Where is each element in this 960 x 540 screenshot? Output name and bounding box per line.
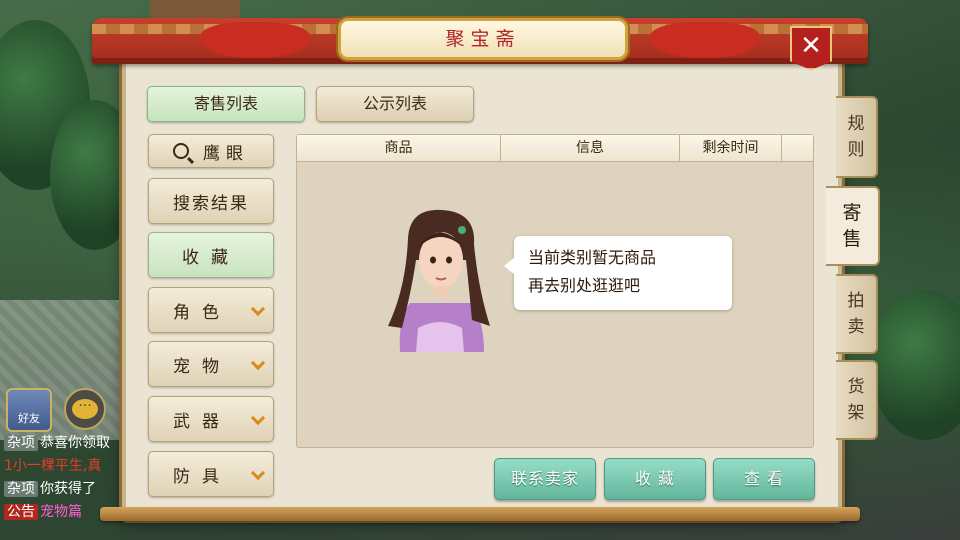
tree (870, 290, 960, 440)
red-ribbon-right (650, 22, 760, 58)
sidebar-item-weapon[interactable]: 武器 (148, 396, 274, 442)
hawkeye-label: 鹰眼 (203, 143, 249, 164)
column-header-spacer (782, 135, 813, 161)
hawkeye-search-button[interactable]: 鹰眼 (148, 134, 274, 168)
chat-text: 你获得了 (40, 481, 96, 497)
chat-text: 宠物篇 (40, 504, 82, 520)
column-header-item[interactable]: 商品 (297, 135, 501, 161)
chat-text: 恭喜你领取 (40, 435, 110, 451)
sidebar-item-label: 搜索结果 (173, 193, 249, 214)
chat-channel-tag: 杂项 (4, 435, 38, 451)
tab-rules[interactable]: 规 则 (836, 96, 878, 178)
chat-channel-tag: 公告 (4, 504, 38, 520)
empty-message-line1: 当前类别暂无商品 (528, 248, 657, 267)
tab-auction[interactable]: 拍 卖 (836, 274, 878, 354)
column-header-info[interactable]: 信息 (501, 135, 680, 161)
friend-icon[interactable]: 好友 (6, 388, 52, 432)
contact-seller-button[interactable]: 联系卖家 (494, 458, 596, 500)
chevron-down-icon (250, 465, 266, 481)
window-bottom-frame (100, 507, 860, 521)
sidebar-item-armor[interactable]: 防具 (148, 451, 274, 497)
tab-shelf[interactable]: 货 架 (836, 360, 878, 440)
npc-girl-portrait (388, 209, 490, 352)
sidebar-item-character[interactable]: 角色 (148, 287, 274, 333)
chat-bubble-icon[interactable]: ··· (64, 388, 106, 430)
sidebar-item-pet[interactable]: 宠物 (148, 341, 274, 387)
tab-consign-label: 寄 售 (842, 202, 862, 250)
sidebar-item-label: 宠物 (173, 356, 231, 377)
tab-auction-label: 拍 卖 (847, 291, 865, 337)
sidebar-item-favorites[interactable]: 收藏 (148, 232, 274, 278)
sidebar-item-label: 角色 (173, 302, 231, 323)
chevron-down-icon (250, 355, 266, 371)
empty-message-line2: 再去别处逛逛吧 (528, 276, 641, 295)
red-ribbon-left (200, 22, 310, 58)
sidebar-item-search-results[interactable]: 搜索结果 (148, 178, 274, 224)
chat-message: 杂项 恭喜你领取 (4, 432, 132, 455)
friend-icon-label: 好友 (18, 412, 40, 425)
search-icon (173, 143, 189, 159)
table-header: 商品 信息 剩余时间 (297, 135, 813, 162)
tab-consign[interactable]: 寄 售 (826, 186, 880, 266)
chat-message: 1小一棵平生,真 (4, 455, 132, 478)
sidebar-item-label: 收藏 (182, 247, 240, 268)
sidebar-item-label: 武器 (173, 411, 231, 432)
column-header-time-left[interactable]: 剩余时间 (680, 135, 782, 161)
chevron-down-icon (250, 301, 266, 317)
empty-message-bubble: 当前类别暂无商品 再去别处逛逛吧 (504, 236, 732, 310)
tab-public-list[interactable]: 公示列表 (316, 86, 474, 122)
tab-shelf-label: 货 架 (847, 377, 865, 423)
tab-rules-label: 规 则 (847, 114, 865, 160)
window-title: 聚宝斋 (338, 18, 628, 60)
chevron-down-icon (250, 410, 266, 426)
chat-channel-tag: 杂项 (4, 481, 38, 497)
chat-text: 1小一棵平生,真 (4, 458, 102, 474)
chat-message: 杂项 你获得了 (4, 478, 132, 501)
favorite-button[interactable]: 收 藏 (604, 458, 706, 500)
close-button[interactable]: ✕ (790, 26, 832, 70)
view-button[interactable]: 查 看 (713, 458, 815, 500)
tab-consignment-list[interactable]: 寄售列表 (147, 86, 305, 122)
sidebar-item-label: 防具 (173, 466, 231, 487)
